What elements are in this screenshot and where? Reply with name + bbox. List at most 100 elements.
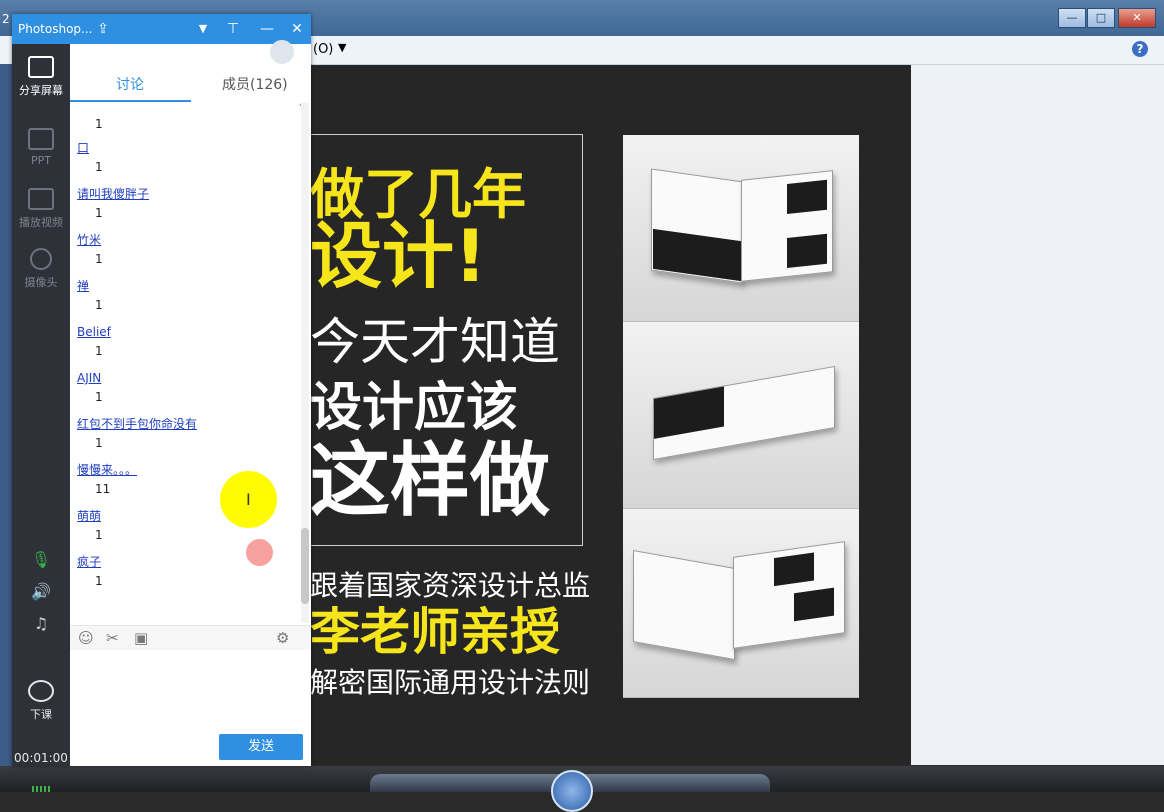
music-icon[interactable]: ♫: [12, 614, 70, 633]
list-item[interactable]: Belief 1: [77, 321, 111, 358]
list-item[interactable]: 口 1: [77, 137, 103, 174]
qq-sidebar: 分享屏幕 PPT 播放视频 摄像头 🎙 🔊 ♫ 下课 00:01:00: [12, 44, 70, 792]
poster-headline-5: 这样做: [310, 434, 550, 527]
qq-titlebar: Photoshop... ⇪ ▼ ⊤ — ✕: [12, 14, 311, 44]
poster-headline-3: 今天才知道: [310, 313, 560, 371]
chevron-down-icon[interactable]: ▼: [338, 41, 346, 54]
member-count: 1: [95, 344, 103, 358]
brochure-page: [653, 365, 835, 461]
minimize-button[interactable]: —: [1058, 8, 1086, 28]
play-video-button[interactable]: 播放视频: [12, 188, 70, 230]
maximize-button[interactable]: □: [1087, 8, 1115, 28]
settings-icon[interactable]: ⚙: [276, 629, 289, 647]
member-count: 1: [95, 574, 103, 588]
emoji-icon[interactable]: ☺: [78, 629, 94, 647]
play-video-label: 播放视频: [19, 216, 63, 229]
list-item[interactable]: AJIN 1: [77, 367, 103, 404]
signal-strength-icon: [32, 786, 50, 792]
announcement-icon[interactable]: [270, 40, 294, 64]
qq-group-panel: Photoshop... ⇪ ▼ ⊤ — ✕ 分享屏幕 PPT 播放视频 摄像头…: [12, 14, 311, 792]
member-count: 11: [95, 482, 111, 496]
document-canvas: 做了几年 设计! 今天才知道 设计应该 这样做 跟着国家资深设计总监 李老师亲授…: [310, 65, 911, 765]
camera-icon: [30, 248, 52, 270]
qq-window-title: Photoshop...: [18, 22, 93, 36]
list-item[interactable]: 禅 1: [77, 275, 103, 312]
scrollbar-thumb[interactable]: [301, 528, 309, 604]
poster-subline-3: 解密国际通用设计法则: [310, 666, 591, 699]
share-screen-icon: [28, 56, 54, 78]
image-icon[interactable]: ▣: [134, 629, 148, 647]
list-item[interactable]: 竹米 1: [77, 229, 103, 266]
member-name[interactable]: 萌萌: [77, 509, 101, 523]
close-icon[interactable]: ✕: [286, 18, 308, 40]
pin-icon[interactable]: ⊤: [222, 18, 244, 40]
taskbar-center-button[interactable]: [551, 770, 593, 812]
member-name[interactable]: 慢慢来。。。: [77, 463, 137, 477]
menu-item-options[interactable]: (O): [313, 42, 333, 57]
message-input[interactable]: [70, 650, 311, 730]
qq-tabs: 讨论 成员(126): [70, 40, 311, 102]
list-item[interactable]: 疯子 1: [77, 551, 103, 588]
close-button[interactable]: ✕: [1118, 8, 1156, 28]
share-screen-button[interactable]: 分享屏幕: [12, 56, 70, 98]
list-item[interactable]: 红包不到手包你命没有 1: [77, 413, 197, 450]
ppt-icon: [28, 128, 54, 150]
dropdown-icon[interactable]: ▼: [192, 18, 214, 40]
click-indicator: [246, 539, 273, 566]
member-count: 1: [95, 206, 103, 220]
member-name[interactable]: 竹米: [77, 233, 101, 247]
member-name[interactable]: 红包不到手包你命没有: [77, 417, 197, 431]
send-button[interactable]: 发送: [219, 734, 303, 760]
active-tab-indicator: [70, 100, 191, 102]
member-name[interactable]: 禅: [77, 279, 89, 293]
brochure-page: [633, 550, 735, 660]
camera-label: 摄像头: [24, 276, 58, 289]
ppt-label: PPT: [31, 154, 51, 167]
microphone-icon[interactable]: 🎙: [12, 550, 70, 569]
brochure-mockup-image: [623, 135, 859, 698]
list-item[interactable]: 请叫我傻胖子 1: [77, 183, 149, 220]
member-count: 1: [95, 298, 103, 312]
member-count: 1: [95, 160, 103, 174]
mockup-panel-middle: [623, 322, 859, 509]
member-name[interactable]: Belief: [77, 325, 111, 339]
background-window-title: 2: [2, 12, 10, 26]
power-icon: [28, 680, 54, 702]
member-count: 1: [95, 117, 103, 131]
member-count: 1: [95, 252, 103, 266]
member-name[interactable]: 请叫我傻胖子: [77, 187, 149, 201]
end-class-label: 下课: [30, 708, 52, 721]
input-toolbar: ☺ ✂ ▣ ⚙: [70, 625, 311, 650]
member-count: 1: [95, 528, 103, 542]
member-count: 1: [95, 436, 103, 450]
poster-headline-2: 设计!: [310, 214, 487, 298]
scissors-icon[interactable]: ✂: [106, 629, 119, 647]
background-left-strip: [0, 64, 12, 792]
minimize-icon[interactable]: —: [256, 18, 278, 40]
tab-discuss[interactable]: 讨论: [116, 74, 144, 94]
speaker-icon[interactable]: 🔊: [12, 582, 70, 601]
share-screen-label: 分享屏幕: [19, 84, 63, 97]
class-timer: 00:01:00: [14, 751, 68, 765]
brochure-page: [741, 170, 833, 282]
poster-subline-1: 跟着国家资深设计总监: [310, 569, 591, 602]
brochure-page: [733, 541, 845, 649]
share-out-icon[interactable]: ⇪: [92, 18, 114, 40]
list-item[interactable]: 萌萌 1: [77, 505, 103, 542]
right-empty-pane: [911, 65, 1164, 765]
ppt-button[interactable]: PPT: [12, 128, 70, 167]
poster-headline-4: 设计应该: [310, 378, 519, 438]
mockup-panel-top: [623, 135, 859, 322]
camera-button[interactable]: 摄像头: [12, 248, 70, 290]
end-class-button[interactable]: 下课: [12, 680, 70, 722]
mockup-panel-bottom: [623, 509, 859, 698]
member-name[interactable]: 口: [77, 141, 89, 155]
member-name[interactable]: AJIN: [77, 371, 101, 385]
help-icon[interactable]: ?: [1132, 41, 1148, 57]
list-item[interactable]: 慢慢来。。。 11: [77, 459, 137, 496]
poster-subline-2: 李老师亲授: [310, 603, 560, 661]
play-video-icon: [28, 188, 54, 210]
member-name[interactable]: 疯子: [77, 555, 101, 569]
member-count: 1: [95, 390, 103, 404]
tab-members[interactable]: 成员(126): [222, 74, 288, 94]
